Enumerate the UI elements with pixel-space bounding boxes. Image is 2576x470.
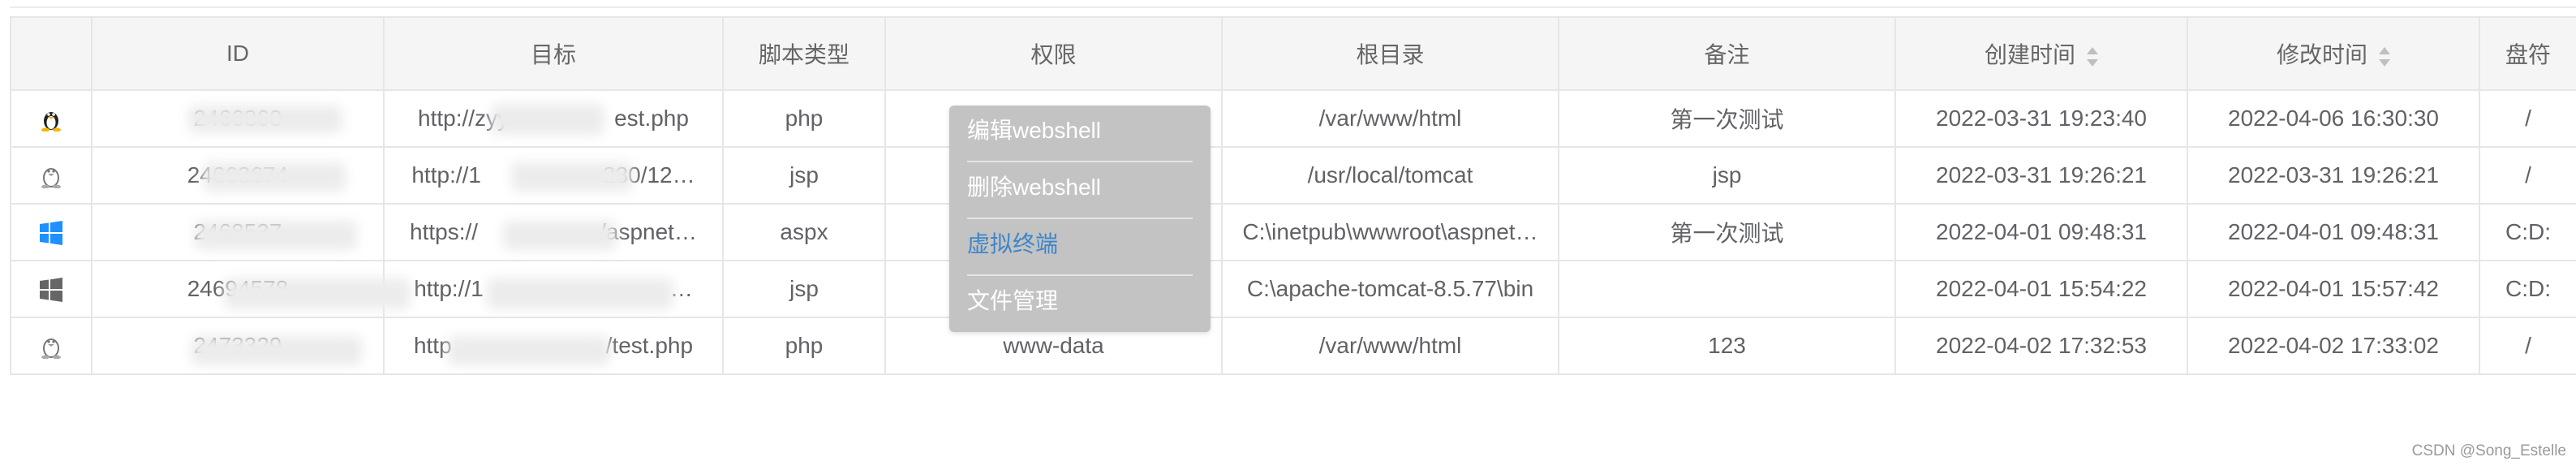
menu-divider (967, 274, 1193, 276)
drive-cell: / (2479, 317, 2576, 375)
target-text: http://1 (411, 162, 481, 188)
redaction-blur (448, 336, 610, 365)
linux-icon (41, 112, 61, 132)
redaction-blur (188, 106, 342, 133)
redaction-blur (491, 104, 604, 135)
webshell-table: ID 目标 脚本类型 权限 根目录 备注 创建时间 修改时间 盘符 http:/… (10, 16, 2576, 375)
col-permission: 权限 (884, 16, 1223, 91)
table-row[interactable]: 2468537 https:///aspnet… aspx C:\inetpub… (10, 203, 2576, 261)
note-cell: 第一次测试 (1558, 89, 1896, 148)
col-id: ID (91, 16, 385, 91)
col-modified-label: 修改时间 (2276, 42, 2367, 67)
root-cell: /var/www/html (1221, 89, 1559, 148)
col-target: 目标 (383, 16, 724, 91)
note-cell: jsp (1558, 146, 1896, 205)
menu-item-file-manager[interactable]: 文件管理 (967, 287, 1193, 315)
modified-cell: 2022-04-02 17:33:02 (2187, 317, 2480, 375)
col-drive: 盘符 (2479, 16, 2576, 91)
drive-cell: / (2479, 89, 2576, 148)
type-cell: php (722, 317, 886, 375)
table-row[interactable]: 24663674 http://1280/12… jsp /usr/local/… (10, 146, 2576, 205)
menu-item-edit-webshell[interactable]: 编辑webshell (967, 117, 1193, 144)
col-note: 备注 (1558, 16, 1896, 91)
root-cell: C:\apache-tomcat-8.5.77\bin (1221, 260, 1559, 318)
target-tail: … (669, 276, 693, 301)
target-text: http (413, 333, 452, 358)
col-script-type: 脚本类型 (722, 16, 886, 91)
os-cell (10, 317, 92, 375)
menu-item-delete-webshell[interactable]: 删除webshell (967, 174, 1193, 201)
note-cell: 第一次测试 (1558, 203, 1896, 261)
watermark: CSDN @Song_Estelle (2411, 442, 2566, 459)
col-root-dir: 根目录 (1221, 16, 1559, 91)
menu-item-virtual-terminal[interactable]: 虚拟终端 (967, 231, 1193, 258)
redaction-blur (203, 162, 346, 192)
col-created-label: 创建时间 (1984, 42, 2075, 67)
os-cell (10, 146, 92, 205)
linux-icon (41, 168, 61, 189)
menu-divider (967, 161, 1193, 162)
redaction-blur (511, 162, 633, 192)
created-cell: 2022-03-31 19:26:21 (1894, 146, 2188, 205)
drive-cell: C:D: (2479, 203, 2576, 261)
sort-icon[interactable] (2379, 46, 2390, 67)
drive-cell: C:D: (2479, 260, 2576, 318)
note-cell: 123 (1558, 317, 1896, 375)
created-cell: 2022-03-31 19:23:40 (1894, 89, 2188, 148)
created-cell: 2022-04-01 15:54:22 (1894, 260, 2188, 318)
created-cell: 2022-04-02 17:32:53 (1894, 317, 2188, 375)
target-tail: est.php (614, 106, 689, 131)
col-created[interactable]: 创建时间 (1894, 16, 2188, 91)
modified-cell: 2022-04-06 16:30:30 (2187, 89, 2480, 148)
sort-icon[interactable] (2087, 46, 2098, 67)
context-menu: 编辑webshell 删除webshell 虚拟终端 文件管理 (949, 106, 1211, 332)
type-cell: jsp (722, 260, 886, 318)
root-cell: /var/www/html (1221, 317, 1559, 375)
redaction-blur (191, 336, 362, 365)
modified-cell: 2022-03-31 19:26:21 (2187, 146, 2480, 205)
type-cell: php (722, 89, 886, 148)
root-cell: C:\inetpub\wwwroot\aspnet… (1221, 203, 1559, 261)
menu-divider (967, 218, 1193, 219)
redaction-blur (487, 278, 673, 309)
windows-icon (40, 221, 62, 246)
os-cell (10, 203, 92, 261)
windows-icon (40, 278, 62, 303)
table-row[interactable]: 2466360 http://zyyest.php php /var/www/h… (10, 89, 2576, 148)
target-text: https:// (410, 219, 479, 244)
col-modified[interactable]: 修改时间 (2187, 16, 2480, 91)
redaction-blur (503, 221, 617, 250)
type-cell: aspx (722, 203, 886, 261)
target-tail: /test.php (605, 333, 694, 358)
modified-cell: 2022-04-01 15:57:42 (2187, 260, 2480, 318)
target-text: http://1 (414, 276, 484, 301)
redaction-blur (224, 278, 411, 309)
os-cell (10, 260, 92, 318)
modified-cell: 2022-04-01 09:48:31 (2187, 203, 2480, 261)
note-cell (1558, 260, 1896, 318)
drive-cell: / (2479, 146, 2576, 205)
linux-icon (41, 338, 61, 360)
table-header: ID 目标 脚本类型 权限 根目录 备注 创建时间 修改时间 盘符 (10, 16, 2576, 91)
redaction-blur (195, 221, 357, 250)
table-row[interactable]: 2473329 http/test.php php www-data /var/… (10, 317, 2576, 375)
top-divider (10, 6, 2576, 8)
col-os (10, 16, 92, 91)
type-cell: jsp (722, 146, 886, 205)
os-cell (10, 89, 92, 148)
created-cell: 2022-04-01 09:48:31 (1894, 203, 2188, 261)
root-cell: /usr/local/tomcat (1221, 146, 1559, 205)
